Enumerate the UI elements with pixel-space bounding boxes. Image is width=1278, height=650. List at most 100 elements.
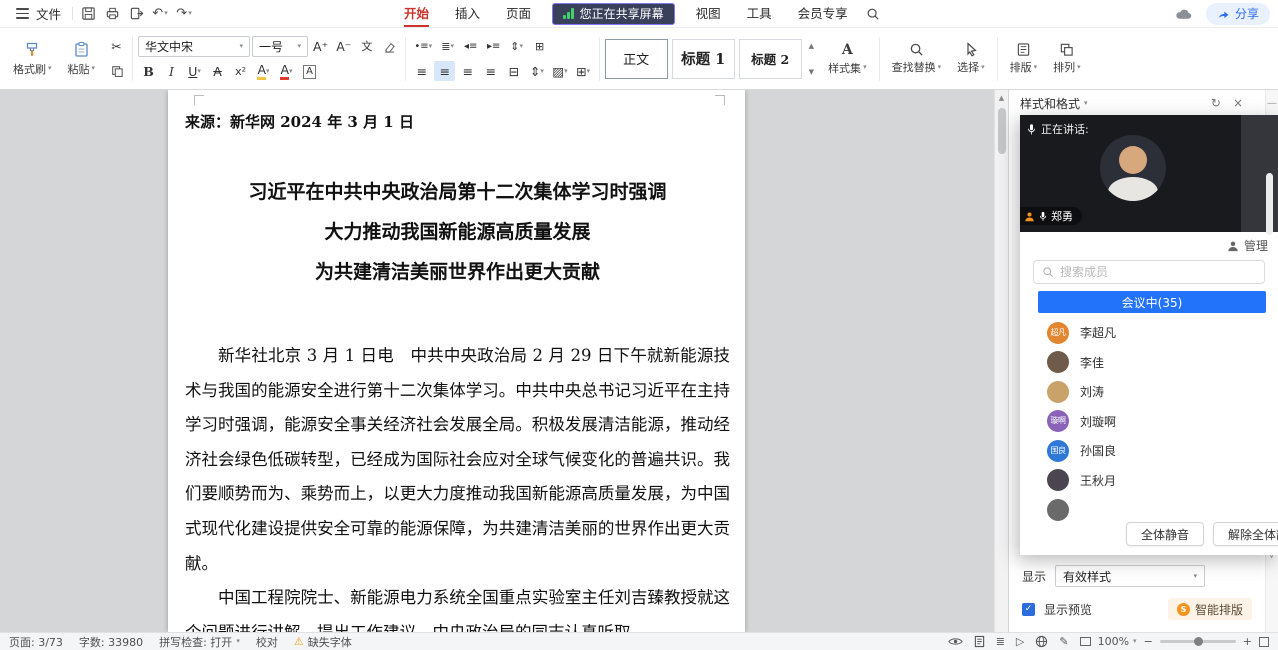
web-view-icon[interactable] — [1035, 635, 1048, 648]
display-style-select[interactable]: 有效样式 ▾ — [1055, 565, 1205, 587]
paragraph-settings-button[interactable]: ⊞ — [529, 36, 550, 56]
read-mode-icon[interactable]: ▷ — [1016, 635, 1024, 648]
document-page[interactable]: 来源：新华网 2024 年 3 月 1 日 习近平在中共中央政治局第十二次集体学… — [168, 90, 745, 632]
align-right-button[interactable]: ≡ — [457, 61, 478, 81]
tab-page[interactable]: 页面 — [493, 0, 544, 27]
tab-home[interactable]: 开始 — [391, 0, 442, 27]
member-row[interactable]: 王秋月 — [1020, 466, 1278, 496]
member-row[interactable]: 李佳 — [1020, 348, 1278, 378]
strikethrough-button[interactable]: A — [207, 62, 228, 82]
indent-button[interactable]: ▸≡ — [483, 36, 504, 56]
increase-font-button[interactable]: A⁺ — [310, 36, 331, 56]
screen-sharing-badge[interactable]: 您正在共享屏幕 — [552, 3, 675, 25]
char-border-button[interactable]: A — [299, 62, 320, 82]
missing-font-warning[interactable]: ⚠缺失字体 — [294, 634, 352, 650]
unmute-all-button[interactable]: 解除全体静音 — [1213, 522, 1278, 546]
redo-button[interactable]: ↷▾ — [172, 4, 196, 24]
tab-tools[interactable]: 工具 — [734, 0, 785, 27]
smart-layout-button[interactable]: S 智能排版 — [1168, 598, 1252, 620]
gallery-scroll[interactable]: ▲▼ — [806, 39, 817, 79]
print-icon[interactable] — [100, 4, 124, 24]
member-row[interactable] — [1020, 495, 1278, 525]
arrange-button[interactable]: 排列▾ — [1046, 40, 1088, 77]
select-button[interactable]: 选择▾ — [950, 40, 992, 77]
cut-button[interactable]: ✂ — [106, 36, 127, 56]
zoom-level[interactable]: 100%▾ — [1098, 635, 1137, 648]
italic-button[interactable]: I — [161, 62, 182, 82]
style-heading1[interactable]: 标题 1 — [672, 39, 735, 79]
panel-minimize-icon[interactable]: — — [1267, 98, 1277, 109]
find-replace-button[interactable]: 查找替换▾ — [885, 40, 949, 77]
undo-button[interactable]: ↶▾ — [148, 4, 172, 24]
borders-button[interactable]: ⊞▾ — [573, 61, 594, 81]
member-row[interactable]: 刘涛 — [1020, 377, 1278, 407]
gallery-up-icon[interactable]: ▲ — [809, 42, 814, 50]
align-left-button[interactable]: ≡ — [411, 61, 432, 81]
clear-format-button[interactable] — [379, 36, 400, 56]
align-center-button[interactable]: ≡ — [434, 61, 455, 81]
word-count[interactable]: 字数: 33980 — [79, 634, 143, 650]
panel-refresh-icon[interactable]: ↻ — [1211, 96, 1221, 110]
in-meeting-section[interactable]: 会议中(35) — [1038, 291, 1266, 313]
text-tool-button[interactable]: 文 — [356, 36, 377, 56]
scroll-up-icon[interactable]: ▲ — [999, 94, 1004, 102]
underline-button[interactable]: U▾ — [184, 62, 205, 82]
manage-button[interactable]: 管理 — [1244, 237, 1268, 254]
show-preview-checkbox[interactable]: ✓ — [1022, 603, 1035, 616]
shading-button[interactable]: ▨▾ — [549, 61, 570, 81]
bullet-list-button[interactable]: •≡▾ — [411, 36, 435, 56]
mute-all-button[interactable]: 全体静音 — [1126, 522, 1204, 546]
outdent-button[interactable]: ◂≡ — [460, 36, 481, 56]
bold-button[interactable]: B — [138, 62, 159, 82]
line-spacing-button[interactable]: ⇕▾ — [526, 61, 547, 81]
document-scrollbar[interactable]: ▲ — [994, 90, 1008, 632]
style-normal[interactable]: 正文 — [605, 39, 668, 79]
eye-protect-icon[interactable] — [948, 636, 963, 647]
highlight-button[interactable]: A▾ — [253, 62, 274, 82]
panel-scrollbar-thumb[interactable] — [1266, 173, 1273, 235]
zoom-slider-thumb[interactable] — [1194, 637, 1203, 646]
layout-button[interactable]: 排版▾ — [1003, 40, 1045, 77]
search-icon[interactable] — [861, 4, 885, 24]
decrease-font-button[interactable]: A⁻ — [333, 36, 354, 56]
cloud-icon[interactable] — [1172, 4, 1196, 24]
save-icon[interactable] — [76, 4, 100, 24]
zoom-fit-icon[interactable] — [1080, 637, 1091, 646]
member-search-input[interactable] — [1060, 265, 1256, 279]
proofread-button[interactable]: 校对 — [256, 634, 278, 650]
superscript-button[interactable]: x² — [230, 62, 251, 82]
zoom-out-button[interactable]: − — [1144, 635, 1153, 648]
format-painter-button[interactable]: 格式刷▾ — [6, 38, 59, 80]
edit-mode-icon[interactable]: ✎ — [1059, 635, 1068, 648]
member-row[interactable]: 璇啊 刘璇啊 — [1020, 407, 1278, 437]
meeting-video[interactable]: 正在讲话: 郑勇 — [1020, 115, 1278, 232]
outline-view-icon[interactable]: ≣ — [996, 635, 1005, 648]
member-row[interactable]: 超凡 李超凡 — [1020, 318, 1278, 348]
chevron-down-icon[interactable]: ▾ — [1084, 100, 1088, 107]
zoom-slider[interactable] — [1160, 640, 1236, 643]
fullscreen-icon[interactable] — [1259, 637, 1269, 647]
justify-button[interactable]: ≡ — [480, 61, 501, 81]
distributed-button[interactable]: ⊟ — [503, 61, 524, 81]
gallery-down-icon[interactable]: ▼ — [809, 68, 814, 76]
numbered-list-button[interactable]: ≣▾ — [437, 36, 458, 56]
export-icon[interactable] — [124, 4, 148, 24]
font-size-select[interactable]: 一号▾ — [252, 36, 308, 57]
spellcheck-status[interactable]: 拼写检查: 打开▾ — [159, 634, 240, 650]
asian-layout-button[interactable]: ⇕▾ — [506, 36, 527, 56]
copy-button[interactable] — [106, 61, 127, 81]
style-heading2[interactable]: 标题 2 — [739, 39, 802, 79]
tab-view[interactable]: 视图 — [683, 0, 734, 27]
zoom-in-button[interactable]: + — [1243, 635, 1252, 648]
member-row[interactable]: 国良 孙国良 — [1020, 436, 1278, 466]
member-search-box[interactable] — [1033, 260, 1265, 284]
font-family-select[interactable]: 华文中宋▾ — [138, 36, 250, 57]
file-menu[interactable]: 文件 — [8, 4, 69, 23]
style-set-button[interactable]: A 样式集▾ — [821, 40, 874, 78]
scrollbar-thumb[interactable] — [998, 108, 1006, 154]
paste-button[interactable]: 粘贴▾ — [61, 38, 103, 80]
page-view-icon[interactable] — [974, 635, 985, 648]
panel-close-icon[interactable]: × — [1233, 96, 1243, 110]
font-color-button[interactable]: A▾ — [276, 62, 297, 82]
tab-member[interactable]: 会员专享 — [785, 0, 861, 27]
